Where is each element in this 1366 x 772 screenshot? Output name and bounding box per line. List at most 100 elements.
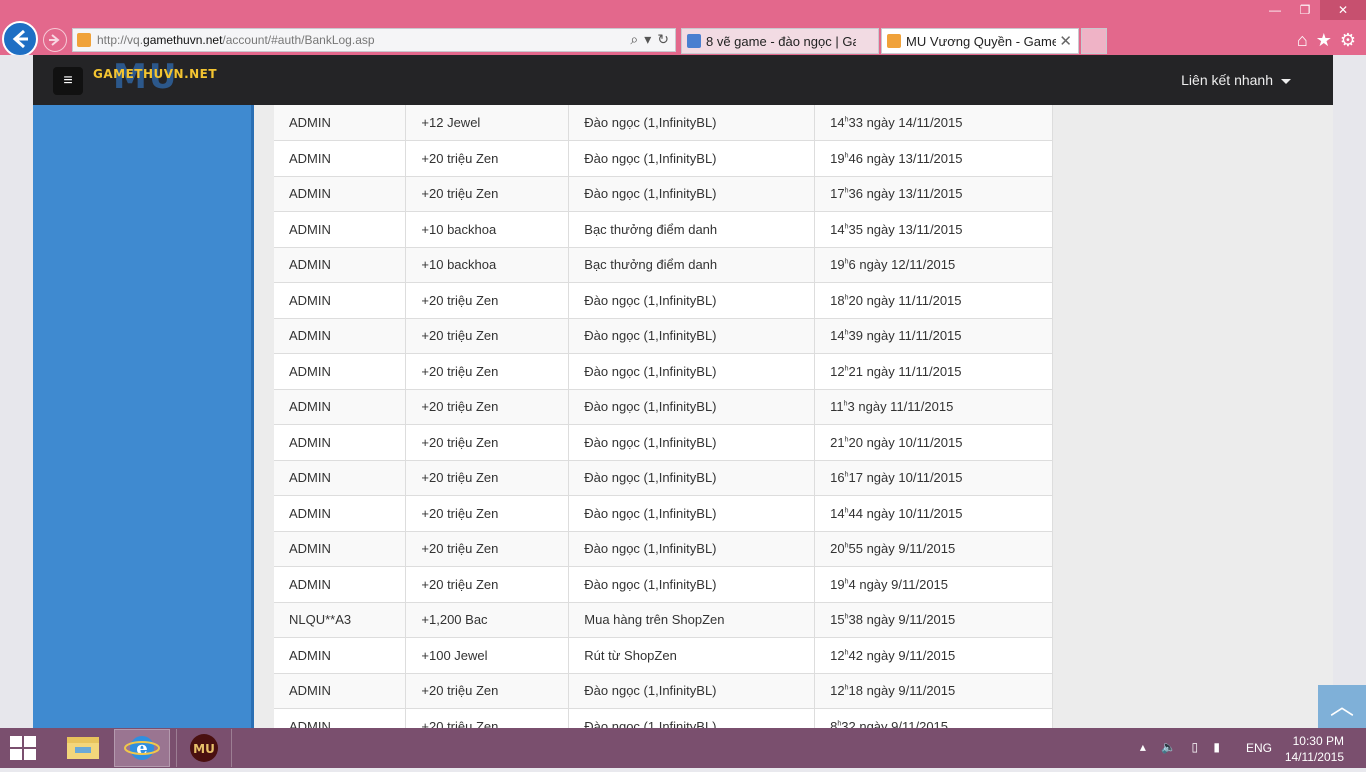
table-row: ADMIN +10 backhoa Bạc thưởng điểm danh 19h6… xyxy=(274,247,1053,283)
tab-2-active[interactable]: MU Vương Quyền - Gamet... ✕ xyxy=(881,28,1079,54)
time-hour: 14 xyxy=(830,115,845,130)
address-bar[interactable]: http://vq.gamethuvn.net/account/#auth/Ba… xyxy=(72,28,676,52)
cell-user: ADMIN xyxy=(274,105,407,141)
site-navbar: ≡ MU GAMETHUVN.NET Liên kết nhanh xyxy=(33,55,1333,105)
cell-reason: Đào ngọc (1,InfinityBL) xyxy=(568,673,816,709)
scroll-to-top-button[interactable]: ︿ xyxy=(1318,685,1366,728)
time-rest: 20 ngày 10/11/2015 xyxy=(848,434,963,450)
cell-amount: +20 triệu Zen xyxy=(405,353,570,390)
taskbar: e MU ▴ 🔈 ▯ ▮ ENG 10:30 PM 14/11/2015 xyxy=(0,728,1366,768)
window-controls: — ❐ ✕ xyxy=(1260,0,1366,20)
cell-user: ADMIN xyxy=(274,353,407,390)
close-window-icon[interactable]: ✕ xyxy=(1320,0,1366,20)
cell-time: 11h3 ngày 11/11/2015 xyxy=(814,389,1053,425)
main-content: ADMIN +12 Jewel Đào ngọc (1,InfinityBL) 14h… xyxy=(254,105,1333,728)
time-rest: 18 ngày 9/11/2015 xyxy=(848,683,956,699)
site-logo[interactable]: MU GAMETHUVN.NET xyxy=(93,57,217,97)
tab-label: 8 vẽ game - đào ngọc | Game t... xyxy=(706,34,856,49)
browser-chrome: http://vq.gamethuvn.net/account/#auth/Ba… xyxy=(0,0,1366,57)
url-path: /account/#auth/BankLog.asp xyxy=(222,33,375,47)
table-row: ADMIN +100 Jewel Rút từ ShopZen 12h42 ngày … xyxy=(274,637,1053,674)
language-indicator[interactable]: ENG xyxy=(1246,741,1272,755)
cell-reason: Đào ngọc (1,InfinityBL) xyxy=(568,353,816,390)
caret-down-icon xyxy=(1281,78,1291,84)
google-favicon-icon xyxy=(687,34,701,48)
cell-reason: Đào ngọc (1,InfinityBL) xyxy=(568,318,816,354)
site-favicon-icon xyxy=(887,34,901,48)
clock[interactable]: 10:30 PM 14/11/2015 xyxy=(1285,733,1344,765)
file-explorer-icon[interactable] xyxy=(55,729,111,767)
cell-user: ADMIN xyxy=(274,282,407,319)
table-row: ADMIN +10 backhoa Bạc thưởng điểm danh 14h3… xyxy=(274,211,1053,248)
clock-date: 14/11/2015 xyxy=(1284,750,1344,764)
cell-user: ADMIN xyxy=(274,140,407,177)
time-hour: 17 xyxy=(830,186,845,202)
cell-user: ADMIN xyxy=(274,424,407,461)
cell-reason: Đào ngọc (1,InfinityBL) xyxy=(568,282,816,319)
quick-links-dropdown[interactable]: Liên kết nhanh xyxy=(1181,72,1291,88)
table-row: ADMIN +20 triệu Zen Đào ngọc (1,InfinityBL… xyxy=(274,531,1053,567)
cell-time: 14h35 ngày 13/11/2015 xyxy=(814,211,1053,248)
close-tab-icon[interactable]: ✕ xyxy=(1059,32,1072,50)
minimize-icon[interactable]: — xyxy=(1260,0,1290,20)
refresh-icon[interactable]: ↻ xyxy=(657,31,669,48)
time-hour: 16 xyxy=(830,470,845,486)
cell-amount: +20 triệu Zen xyxy=(405,566,570,603)
cell-time: 21h20 ngày 10/11/2015 xyxy=(814,424,1053,461)
time-rest: 3 ngày 11/11/2015 xyxy=(847,399,954,415)
time-hour: 19 xyxy=(830,150,845,166)
time-hour: 12 xyxy=(830,647,845,663)
cell-time: 14h44 ngày 10/11/2015 xyxy=(814,495,1053,532)
forward-button[interactable] xyxy=(43,28,67,52)
cell-reason: Đào ngọc (1,InfinityBL) xyxy=(568,495,816,532)
cell-time: 15h38 ngày 9/11/2015 xyxy=(814,602,1053,638)
cell-user: ADMIN xyxy=(274,318,407,354)
cell-time: 12h18 ngày 9/11/2015 xyxy=(814,673,1053,709)
cell-amount: +20 triệu Zen xyxy=(405,176,570,212)
time-rest: 36 ngày 13/11/2015 xyxy=(848,186,963,202)
cell-reason: Bạc thưởng điểm danh xyxy=(568,211,816,248)
back-button[interactable] xyxy=(2,21,38,57)
time-hour: 15 xyxy=(830,612,845,628)
cell-time: 17h36 ngày 13/11/2015 xyxy=(814,176,1053,212)
cell-amount: +1,200 Bac xyxy=(405,602,570,638)
cell-amount: +10 backhoa xyxy=(405,247,570,283)
site-favicon-icon xyxy=(77,33,91,47)
search-icon[interactable]: ⌕ xyxy=(630,31,638,48)
time-hour: 19 xyxy=(830,257,845,273)
url-domain: gamethuvn.net xyxy=(143,33,223,47)
table-row: ADMIN +20 triệu Zen Đào ngọc (1,InfinityBL… xyxy=(274,389,1053,425)
internet-explorer-icon[interactable]: e xyxy=(114,729,170,767)
cell-user: ADMIN xyxy=(274,460,407,496)
toolbar-icons: ⌂ ★ ⚙ xyxy=(1297,30,1356,51)
table-row: ADMIN +20 triệu Zen Đào ngọc (1,InfinityBL… xyxy=(274,424,1053,461)
menu-button[interactable]: ≡ xyxy=(53,67,83,95)
svg-text:MU: MU xyxy=(193,742,215,756)
tab-1[interactable]: 8 vẽ game - đào ngọc | Game t... xyxy=(681,28,879,54)
cell-user: ADMIN xyxy=(274,531,407,567)
cell-time: 18h20 ngày 11/11/2015 xyxy=(814,282,1053,319)
cell-amount: +20 triệu Zen xyxy=(405,673,570,709)
time-rest: 4 ngày 9/11/2015 xyxy=(848,576,949,592)
cell-amount: +20 triệu Zen xyxy=(405,460,570,496)
tray-icons[interactable]: ▴ 🔈 ▯ ▮ xyxy=(1140,740,1226,754)
tab-label: MU Vương Quyền - Gamet... xyxy=(906,34,1056,49)
cell-time: 14h39 ngày 11/11/2015 xyxy=(814,318,1053,354)
windows-start-icon[interactable] xyxy=(10,736,38,760)
dropdown-icon[interactable]: ▾ xyxy=(644,31,651,48)
cell-reason: Đào ngọc (1,InfinityBL) xyxy=(568,389,816,425)
restore-icon[interactable]: ❐ xyxy=(1290,0,1320,20)
star-icon[interactable]: ★ xyxy=(1316,30,1332,51)
gear-icon[interactable]: ⚙ xyxy=(1340,30,1356,51)
url-prefix: http://vq. xyxy=(97,33,144,47)
home-icon[interactable]: ⌂ xyxy=(1297,30,1308,51)
mu-game-icon[interactable]: MU xyxy=(176,729,232,767)
time-rest: 55 ngày 9/11/2015 xyxy=(848,541,956,557)
address-url[interactable]: http://vq.gamethuvn.net/account/#auth/Ba… xyxy=(97,33,375,47)
new-tab-button[interactable] xyxy=(1081,28,1107,54)
cell-reason: Đào ngọc (1,InfinityBL) xyxy=(568,140,816,177)
cell-user: ADMIN xyxy=(274,247,407,283)
table-row: ADMIN +20 triệu Zen Đào ngọc (1,InfinityBL… xyxy=(274,673,1053,709)
cell-user: NLQU**A3 xyxy=(274,602,407,638)
cell-reason: Đào ngọc (1,InfinityBL) xyxy=(568,566,816,603)
